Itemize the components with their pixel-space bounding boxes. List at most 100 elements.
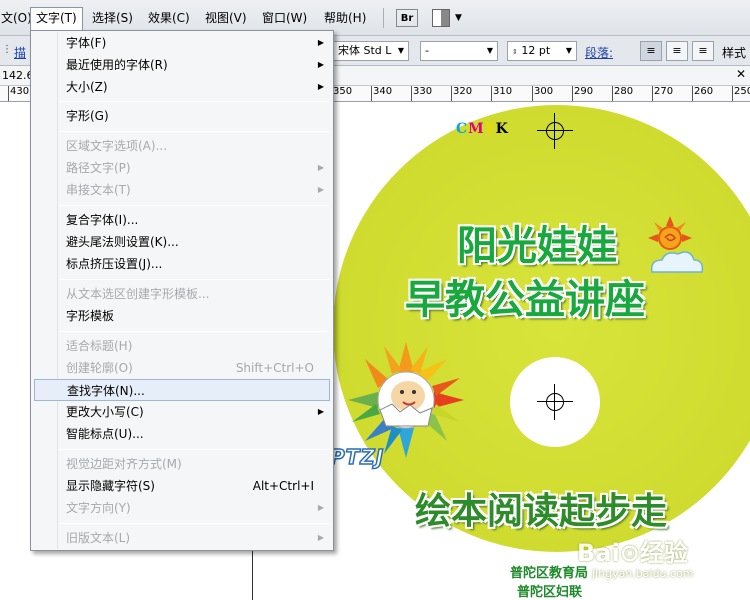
stroke-link[interactable]: 描 (14, 44, 26, 61)
menu-separator (59, 101, 329, 102)
title-line-2[interactable]: 早教公益讲座 (405, 267, 645, 325)
menu-item-threaded-text: 串接文本(T) ▶ (32, 179, 332, 201)
cmyk-y: Y (484, 121, 496, 137)
menu-item-label: 旧版文本(L) (66, 531, 131, 545)
chevron-down-icon: ▼ (565, 46, 572, 55)
style-label[interactable]: 样式 (722, 44, 746, 61)
font-style-value: - (425, 44, 429, 57)
bridge-icon[interactable]: Br (396, 9, 418, 27)
ruler-tick: 330 (410, 86, 433, 101)
menu-item-change-case[interactable]: 更改大小写(C) ▶ (32, 401, 332, 423)
menu-item-legacy-text: 旧版文本(L) ▶ (32, 527, 332, 549)
small-sun-icon (648, 216, 704, 273)
menu-effect[interactable]: 效果(C) (143, 8, 195, 28)
menu-item-label: 创建轮廓(O) (66, 361, 133, 375)
menu-item-show-hidden-characters[interactable]: 显示隐藏字符(S) Alt+Ctrl+I (32, 475, 332, 497)
menu-item-label: 最近使用的字体(R) (66, 58, 168, 72)
cmyk-k: K (495, 121, 509, 137)
menu-separator (59, 279, 329, 280)
menu-item-label: 文字方向(Y) (66, 501, 131, 515)
title-line-1[interactable]: 阳光娃娃 (457, 213, 617, 271)
ruler-tick: 430 (7, 86, 30, 101)
submenu-arrow-icon: ▶ (317, 533, 324, 542)
ruler-tick: 250 (731, 86, 750, 101)
submenu-arrow-icon: ▶ (317, 60, 324, 69)
font-style-select[interactable]: - ▼ (420, 41, 498, 61)
logo-text: PTZJ (329, 444, 385, 470)
menu-item-label: 大小(Z) (66, 80, 108, 94)
shortcut-label: Shift+Ctrl+O (235, 361, 314, 375)
menu-select[interactable]: 选择(S) (87, 8, 138, 28)
align-left-icon[interactable]: ≡ (640, 41, 662, 61)
menu-item-label: 查找字体(N)... (67, 384, 145, 398)
ruler-tick: 350 (330, 86, 353, 101)
menu-item-label: 复合字体(I)... (66, 213, 139, 227)
organizer-line-2[interactable]: 普陀区妇联 (517, 581, 582, 600)
menu-item-label: 智能标点(U)... (66, 427, 144, 441)
menu-item-create-glyph-template: 从文本选区创建字形模板... (32, 283, 332, 305)
cmyk-label: CMYK (456, 121, 509, 137)
menu-item-create-outlines: 创建轮廓(O) Shift+Ctrl+O (32, 357, 332, 379)
font-size-value: 12 pt (521, 44, 551, 57)
ruler-tick: 260 (691, 86, 714, 101)
menu-item-label: 串接文本(T) (66, 183, 131, 197)
ruler-tick: 300 (531, 86, 554, 101)
registration-mark-center (537, 384, 573, 420)
paragraph-link[interactable]: 段落: (585, 44, 613, 61)
menu-item-label: 路径文字(P) (66, 161, 131, 175)
menu-item-label: 视觉边距对齐方式(M) (66, 457, 182, 471)
menu-item-recent-fonts[interactable]: 最近使用的字体(R) ▶ (32, 54, 332, 76)
menu-item-label: 字形模板 (66, 309, 115, 323)
menubar-separator (383, 8, 384, 28)
menu-item-label: 避头尾法则设置(K)... (66, 235, 179, 249)
ruler-tick: 320 (450, 86, 473, 101)
align-right-icon[interactable]: ≡ (692, 41, 714, 61)
menu-item-label: 显示隐藏字符(S) (66, 479, 155, 493)
menu-separator (59, 205, 329, 206)
menu-item-type-orientation: 文字方向(Y) ▶ (32, 497, 332, 519)
chevron-down-icon: ▼ (486, 46, 493, 55)
chevron-down-icon: ▼ (397, 46, 404, 55)
ruler-tick: 280 (611, 86, 634, 101)
menu-item-label: 适合标题(H) (66, 339, 133, 353)
subtitle[interactable]: 绘本阅读起步走 (415, 482, 667, 534)
arrange-documents-icon[interactable] (432, 9, 450, 27)
font-family-value: 宋体 Std L (338, 44, 392, 57)
menu-item-kinsoku-settings[interactable]: 避头尾法则设置(K)... (32, 231, 332, 253)
menu-item-label: 更改大小写(C) (66, 405, 144, 419)
menu-item-type-on-path: 路径文字(P) ▶ (32, 157, 332, 179)
menu-separator (59, 331, 329, 332)
shortcut-label: Alt+Ctrl+I (252, 479, 314, 493)
coordinate-value: 142.6 (2, 69, 34, 82)
menu-item-smart-punctuation[interactable]: 智能标点(U)... (32, 423, 332, 445)
menu-separator (59, 523, 329, 524)
menu-item-find-font[interactable]: 查找字体(N)... (34, 379, 330, 401)
menu-item-size[interactable]: 大小(Z) ▶ (32, 76, 332, 98)
ruler-tick: 290 (571, 86, 594, 101)
menu-item-fit-headline: 适合标题(H) (32, 335, 332, 357)
menu-separator (59, 449, 329, 450)
align-center-icon[interactable]: ≡ (666, 41, 688, 61)
submenu-arrow-icon: ▶ (317, 82, 324, 91)
cmyk-m: M (468, 121, 485, 137)
menu-item-glyphs[interactable]: 字形(G) (32, 105, 332, 127)
ruler-tick: 340 (370, 86, 393, 101)
menu-view[interactable]: 视图(V) (200, 8, 252, 28)
menu-type[interactable]: 文字(T) (30, 7, 83, 30)
watermark-logo: Bai⊙经验 (577, 539, 688, 567)
font-size-select[interactable]: ⇕ 12 pt ▼ (507, 41, 577, 61)
close-icon[interactable]: ✕ (736, 67, 746, 81)
menu-item-glyph-templates[interactable]: 字形模板 (32, 305, 332, 327)
menu-item-font[interactable]: 字体(F) ▶ (32, 32, 332, 54)
submenu-arrow-icon: ▶ (317, 407, 324, 416)
cmyk-c: C (456, 121, 469, 137)
menu-item-composite-fonts[interactable]: 复合字体(I)... (32, 209, 332, 231)
menu-help[interactable]: 帮助(H) (319, 8, 371, 28)
submenu-arrow-icon: ▶ (317, 163, 324, 172)
menu-window[interactable]: 窗口(W) (257, 8, 312, 28)
chevron-down-icon[interactable]: ▼ (455, 9, 462, 27)
submenu-arrow-icon: ▶ (317, 503, 324, 512)
menu-item-mojikumi-settings[interactable]: 标点挤压设置(J)... (32, 253, 332, 275)
font-family-select[interactable]: 宋体 Std L ▼ (333, 41, 409, 61)
submenu-arrow-icon: ▶ (317, 185, 324, 194)
